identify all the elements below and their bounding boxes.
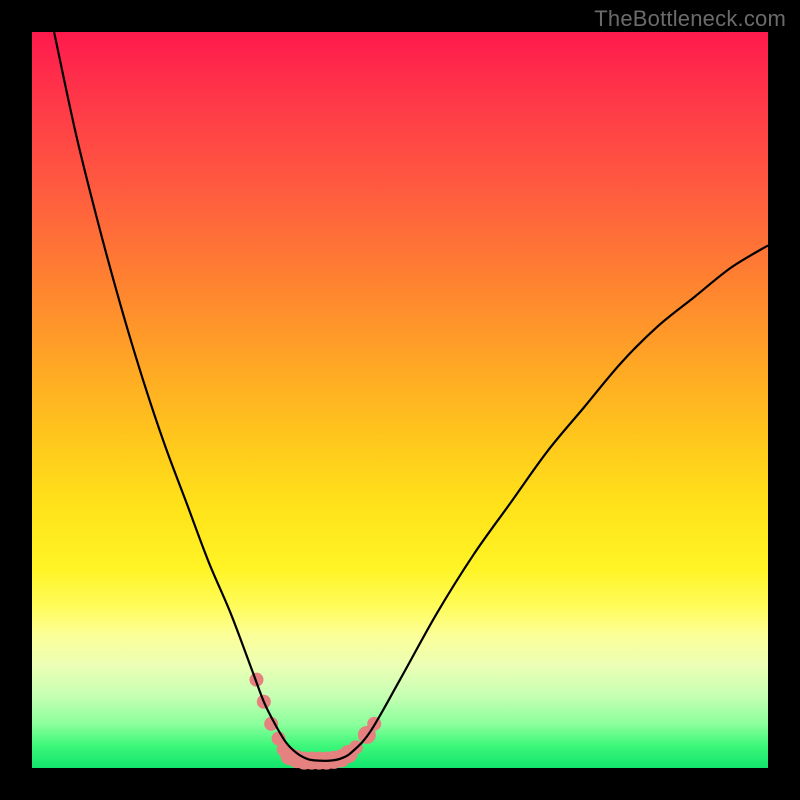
marker-group (249, 673, 381, 770)
plot-area (32, 32, 768, 768)
watermark-text: TheBottleneck.com (594, 6, 786, 32)
chart-frame: TheBottleneck.com (0, 0, 800, 800)
chart-svg (32, 32, 768, 768)
bottleneck-curve (54, 32, 768, 761)
